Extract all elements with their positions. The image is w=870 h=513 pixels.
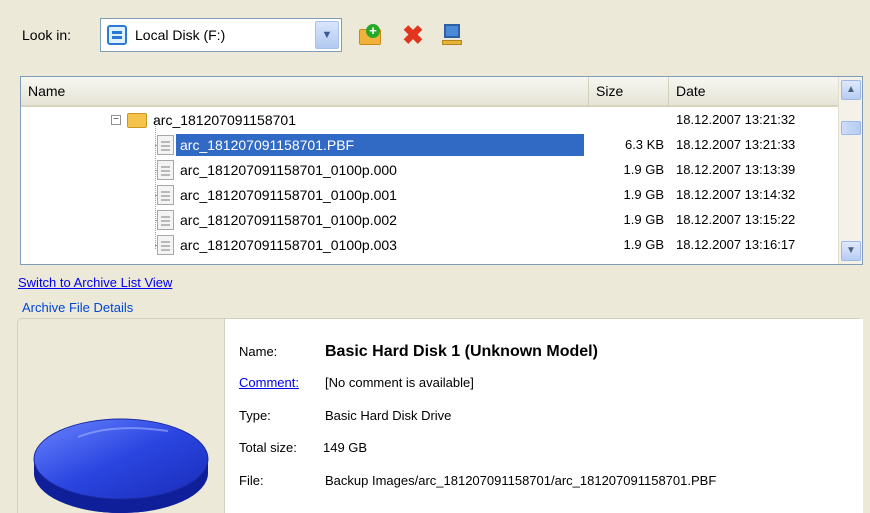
file-row[interactable]: arc_181207091158701.PBF 6.3 KB 18.12.200… [21,132,839,157]
hard-disk-icon [33,418,209,513]
file-label: File: [239,473,264,488]
file-list[interactable]: Name Size Date − arc_181207091158701 18.… [20,76,863,265]
file-list-header: Name Size Date [21,77,839,107]
type-label: Type: [239,408,271,423]
file-size: 6.3 KB [624,137,664,152]
file-date: 18.12.2007 13:14:32 [676,187,796,202]
comment-value: [No comment is available] [325,375,474,390]
name-label: Name: [239,344,278,359]
scroll-up-icon[interactable]: ▲ [841,80,861,100]
file-size: 1.9 GB [623,162,664,177]
file-icon [157,210,174,230]
total-size-value: 149 GB [323,440,368,455]
file-icon [157,135,174,155]
chevron-down-icon[interactable]: ▼ [315,21,339,49]
file-icon [157,185,174,205]
name-value: Basic Hard Disk 1 (Unknown Model) [325,343,598,360]
properties-icon[interactable] [440,22,466,48]
new-folder-icon[interactable]: + [358,22,384,48]
file-date: 18.12.2007 13:13:39 [676,162,796,177]
drive-icon [107,25,127,45]
look-in-label: Look in: [22,27,72,43]
file-name: arc_181207091158701_0100p.002 [180,212,397,228]
archive-info-panel: Name: Basic Hard Disk 1 (Unknown Model) … [224,319,863,513]
file-row[interactable]: arc_181207091158701_0100p.003 1.9 GB 18.… [21,232,839,257]
switch-view-link[interactable]: Switch to Archive List View [18,275,172,290]
folder-date: 18.12.2007 13:21:32 [676,112,796,127]
look-in-dropdown[interactable]: Local Disk (F:) ▼ [100,18,342,52]
folder-row[interactable]: − arc_181207091158701 18.12.2007 13:21:3… [21,107,839,132]
file-name: arc_181207091158701.PBF [176,134,584,156]
look-in-value: Local Disk (F:) [135,27,226,43]
folder-icon [127,113,147,128]
toolbar: Look in: Local Disk (F:) ▼ + ✖ [0,0,870,70]
file-date: 18.12.2007 13:15:22 [676,212,796,227]
archive-details-title: Archive File Details [18,300,138,315]
type-value: Basic Hard Disk Drive [325,408,452,423]
file-size: 1.9 GB [623,212,664,227]
file-name: arc_181207091158701_0100p.001 [180,187,397,203]
collapse-icon[interactable]: − [111,115,121,125]
file-path-value: Backup Images/arc_181207091158701/arc_18… [325,473,717,488]
file-size: 1.9 GB [623,237,664,252]
file-row[interactable]: arc_181207091158701_0100p.001 1.9 GB 18.… [21,182,839,207]
delete-icon[interactable]: ✖ [400,22,426,48]
file-row[interactable]: arc_181207091158701_0100p.000 1.9 GB 18.… [21,157,839,182]
file-name: arc_181207091158701_0100p.000 [180,162,397,178]
disk-image-panel [18,319,223,513]
file-size: 1.9 GB [623,187,664,202]
folder-name: arc_181207091158701 [153,112,296,128]
column-header-name[interactable]: Name [21,77,589,105]
column-header-date[interactable]: Date [669,77,839,105]
comment-link[interactable]: Comment: [239,372,299,394]
vertical-scrollbar[interactable]: ▲ ▼ [838,77,862,264]
file-date: 18.12.2007 13:21:33 [676,137,796,152]
scroll-down-icon[interactable]: ▼ [841,241,861,261]
file-name: arc_181207091158701_0100p.003 [180,237,397,253]
file-row[interactable]: arc_181207091158701_0100p.002 1.9 GB 18.… [21,207,839,232]
total-size-label: Total size: [239,440,297,455]
file-icon [157,235,174,255]
column-header-size[interactable]: Size [589,77,669,105]
file-icon [157,160,174,180]
scroll-thumb[interactable] [841,121,861,135]
file-date: 18.12.2007 13:16:17 [676,237,796,252]
